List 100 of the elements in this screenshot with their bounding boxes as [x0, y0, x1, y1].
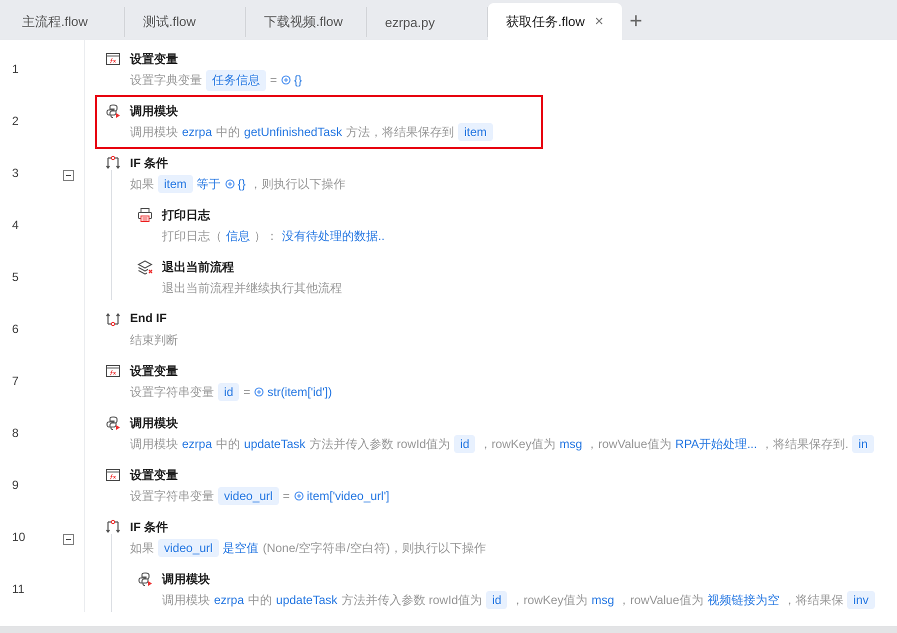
- file-tab[interactable]: 下载视频.flow: [246, 7, 367, 37]
- description-text: ，将结果保: [783, 592, 844, 608]
- description-text: 中的: [216, 124, 240, 140]
- step-title: 调用模块: [162, 571, 211, 588]
- step-card[interactable]: End IF 结束判断: [95, 303, 228, 357]
- variable-tag[interactable]: video_url: [218, 487, 279, 505]
- step-title: IF 条件: [130, 155, 169, 172]
- expression-value[interactable]: str(item['id']): [267, 385, 332, 399]
- file-tab[interactable]: 获取任务.flow ×: [488, 3, 622, 40]
- parameter-value[interactable]: 视频链接为空: [707, 592, 780, 608]
- python-icon: [105, 103, 121, 119]
- parameter-value[interactable]: updateTask: [244, 437, 306, 451]
- step-title: 退出当前流程: [162, 259, 235, 276]
- parameter-value[interactable]: msg: [559, 437, 582, 451]
- python-expression-icon: [281, 75, 292, 85]
- branch-icon: [105, 155, 121, 171]
- expression-value[interactable]: item['video_url']: [306, 489, 390, 503]
- variable-tag[interactable]: 任务信息: [206, 70, 266, 90]
- add-tab-button[interactable]: +: [630, 8, 642, 34]
- file-tab[interactable]: 主流程.flow: [4, 7, 125, 37]
- description-text: 方法并传入参数 rowId值为: [309, 436, 450, 452]
- description-text: ，rowValue值为: [618, 592, 704, 608]
- expression-value[interactable]: {}: [294, 73, 302, 87]
- step-title: IF 条件: [130, 519, 169, 536]
- variable-tag[interactable]: id: [486, 591, 508, 609]
- description-text: 调用模块: [162, 592, 210, 608]
- parameter-value[interactable]: ezrpa: [182, 125, 212, 139]
- expression-value[interactable]: {}: [238, 177, 246, 191]
- file-tab[interactable]: 测试.flow: [125, 7, 246, 37]
- horizontal-scrollbar[interactable]: [0, 626, 897, 633]
- parameter-value[interactable]: msg: [591, 593, 614, 607]
- line-number: 3: [12, 166, 19, 180]
- variable-tag[interactable]: item: [158, 175, 193, 193]
- variable-tag[interactable]: item: [458, 123, 493, 141]
- step-card[interactable]: 调用模块 调用模块 ezrpa 中的 updateTask 方法并传入参数 rowId值为 id ，rowKey值为 msg ，rowValue值为 RPA开始处理... ，将结果保存到. in: [95, 407, 897, 461]
- parameter-value[interactable]: getUnfinishedTask: [244, 125, 342, 139]
- line-number: 6: [12, 322, 19, 336]
- selected-step[interactable]: 调用模块 调用模块 ezrpa 中的 getUnfinishedTask 方法，将结果保存到 item: [95, 95, 543, 149]
- step-card[interactable]: 调用模块 调用模块 ezrpa 中的 updateTask 方法并传入参数 rowId值为 id ，rowKey值为 msg ，rowValue值为 视频链接为空 ，将结果保 inv: [127, 563, 897, 617]
- variable-tag[interactable]: in: [852, 435, 874, 453]
- description-text: ）：: [254, 228, 278, 244]
- description-text: 结束判断: [130, 332, 178, 348]
- line-number: 11: [12, 582, 24, 596]
- step-card[interactable]: 打印日志 打印日志（ 信息 ）： 没有待处理的数据..: [127, 199, 435, 253]
- collapse-toggle[interactable]: [63, 170, 74, 181]
- function-icon: [105, 467, 121, 483]
- description-text: 中的: [216, 436, 240, 452]
- step-card[interactable]: IF 条件 如果 video_url 是空值 (None/空字符串/空白符)，则执行以下操作: [95, 511, 536, 565]
- description-text: 如果: [130, 540, 154, 556]
- line-number: 5: [12, 270, 19, 284]
- parameter-value[interactable]: 信息: [226, 228, 250, 244]
- variable-tag[interactable]: inv: [847, 591, 875, 609]
- python-icon: [105, 415, 121, 431]
- parameter-value[interactable]: 是空值: [222, 540, 259, 556]
- step-card[interactable]: IF 条件 如果 item 等于 {} ，则执行以下操作: [95, 147, 396, 201]
- description-text: 中的: [248, 592, 272, 608]
- parameter-value[interactable]: 没有待处理的数据..: [282, 228, 385, 244]
- description-text: (None/空字符串/空白符)，则执行以下操作: [262, 540, 486, 556]
- python-expression-icon: [224, 179, 235, 189]
- step-title: 设置变量: [130, 467, 179, 484]
- step-card[interactable]: 退出当前流程 退出当前流程并继续执行其他流程: [127, 251, 392, 305]
- step-title: 设置变量: [130, 363, 179, 380]
- description-text: 设置字符串变量: [130, 384, 214, 400]
- variable-tag[interactable]: id: [218, 383, 240, 401]
- python-icon: [137, 571, 153, 587]
- description-text: 打印日志（: [162, 228, 222, 244]
- variable-tag[interactable]: video_url: [158, 539, 219, 557]
- variable-tag[interactable]: id: [454, 435, 476, 453]
- description-text: 方法并传入参数 rowId值为: [341, 592, 482, 608]
- description-text: ，则执行以下操作: [250, 176, 346, 192]
- line-number: 4: [12, 218, 19, 232]
- branch-icon: [105, 519, 121, 535]
- python-expression-icon: [254, 387, 264, 397]
- parameter-value[interactable]: 等于: [196, 176, 221, 192]
- parameter-value[interactable]: ezrpa: [214, 593, 244, 607]
- description-text: =: [270, 73, 278, 87]
- step-card[interactable]: 设置变量 设置字典变量 任务信息 = {}: [95, 43, 352, 97]
- step-card[interactable]: 设置变量 设置字符串变量 video_url = item['video_url']: [95, 459, 440, 513]
- collapse-toggle[interactable]: [63, 534, 74, 545]
- line-number: 9: [12, 478, 19, 492]
- description-text: 如果: [130, 176, 154, 192]
- parameter-value[interactable]: updateTask: [276, 593, 338, 607]
- line-number: 8: [12, 426, 19, 440]
- parameter-value[interactable]: ezrpa: [182, 437, 212, 451]
- merge-icon: [105, 311, 121, 327]
- description-text: 方法，将结果保存到: [346, 124, 454, 140]
- description-text: 设置字符串变量: [130, 488, 214, 504]
- description-text: ，rowKey值为: [511, 592, 588, 608]
- step-card[interactable]: 设置变量 设置字符串变量 id = str(item['id']): [95, 355, 382, 409]
- parameter-value[interactable]: RPA开始处理...: [675, 436, 758, 452]
- step-title: End IF: [130, 311, 168, 327]
- step-title: 打印日志: [162, 207, 212, 224]
- close-icon[interactable]: ×: [594, 13, 604, 30]
- printer-icon: [137, 207, 153, 223]
- description-text: 调用模块: [130, 436, 178, 452]
- line-number: 7: [12, 374, 19, 388]
- step-title: 调用模块: [130, 415, 179, 432]
- description-text: =: [282, 489, 290, 503]
- description-text: 设置字典变量: [130, 72, 202, 88]
- layers-icon: [137, 259, 153, 275]
